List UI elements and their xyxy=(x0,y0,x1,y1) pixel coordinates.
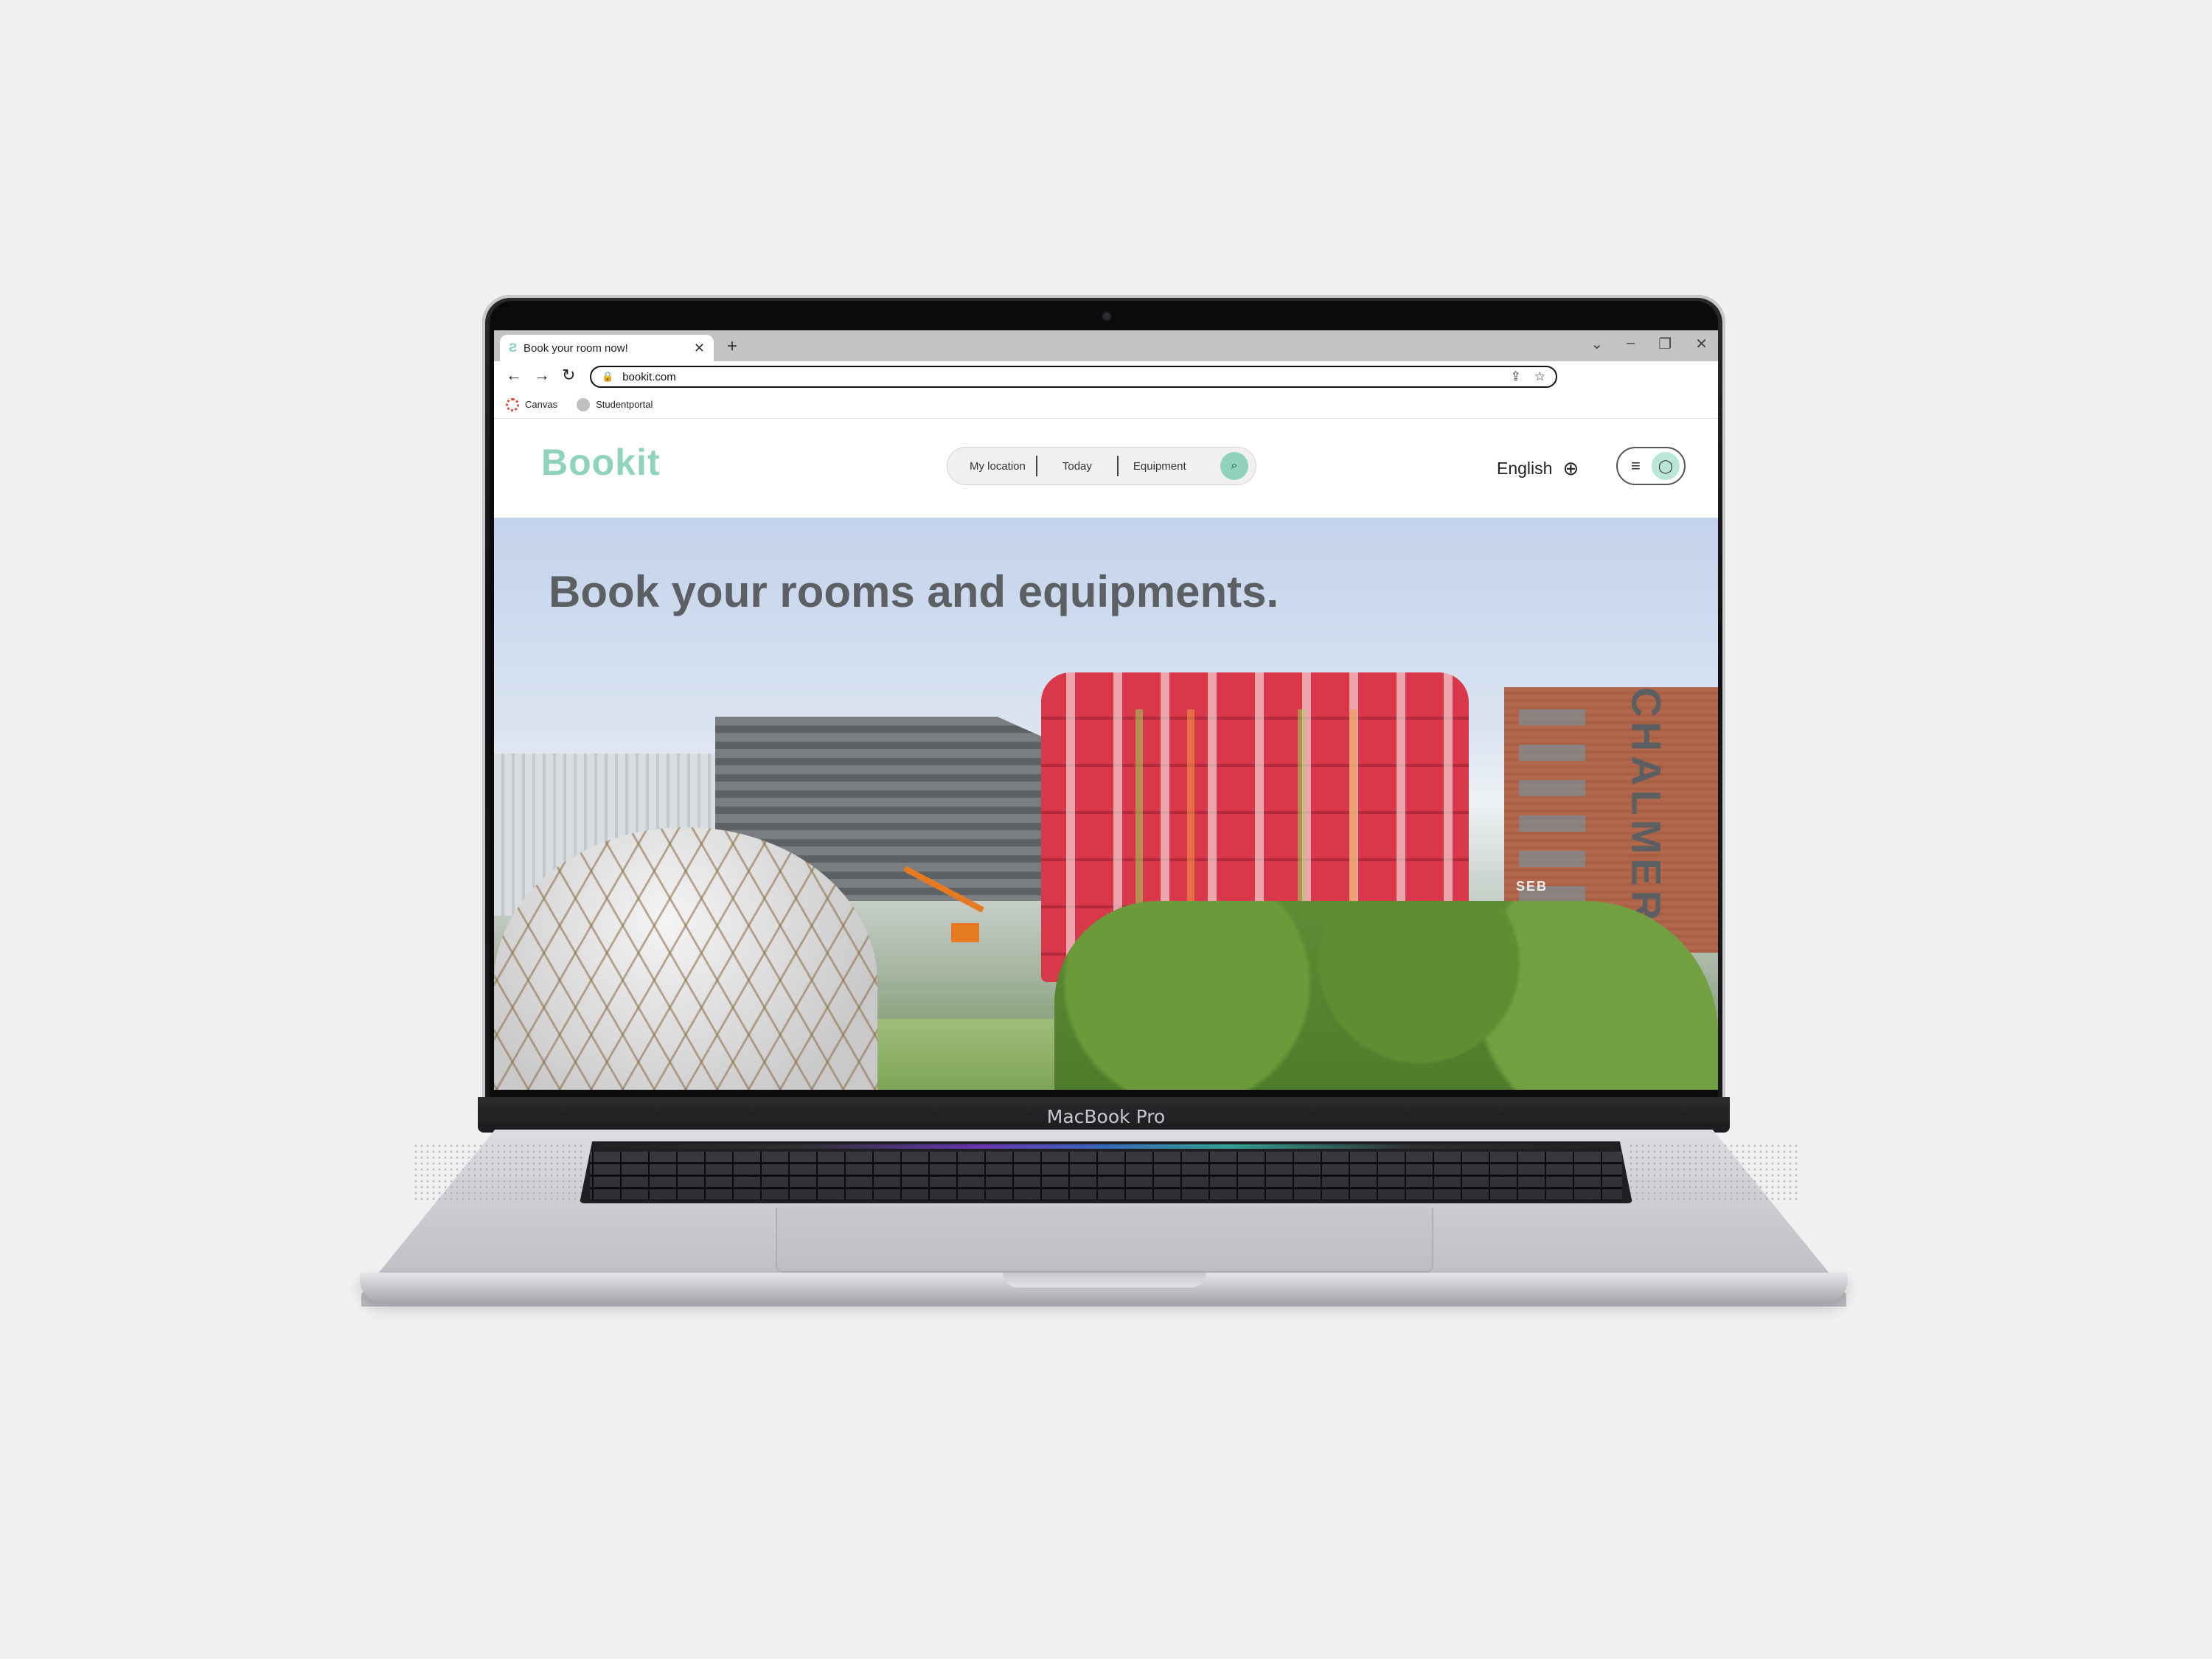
studentportal-icon xyxy=(577,397,591,411)
lid-notch xyxy=(1003,1273,1206,1287)
window-controls: ⌄ – ❐ ✕ xyxy=(1590,335,1708,353)
bookmark-canvas[interactable]: Canvas xyxy=(506,397,557,411)
share-icon[interactable]: ⇪ xyxy=(1511,369,1521,384)
browser-tab[interactable]: Ƨ Book your room now! ✕ xyxy=(500,335,714,361)
webcam xyxy=(1103,313,1110,320)
trees xyxy=(1054,901,1718,1090)
search-location[interactable]: My location xyxy=(970,460,1026,473)
browser-toolbar: ← → ↻ 🔒 bookit.com ⇪ ☆ xyxy=(494,361,1718,391)
close-icon[interactable]: ✕ xyxy=(1695,335,1708,353)
device-label: MacBook Pro xyxy=(1046,1106,1166,1127)
touch-bar xyxy=(597,1144,1615,1149)
user-icon: ◯ xyxy=(1652,452,1680,480)
trackpad xyxy=(776,1208,1433,1273)
star-icon[interactable]: ☆ xyxy=(1534,369,1545,384)
url-text: bookit.com xyxy=(622,370,676,383)
lock-icon: 🔒 xyxy=(602,371,614,382)
search-icon[interactable]: ⌕ xyxy=(1220,452,1248,480)
right-speaker xyxy=(1628,1143,1799,1202)
back-arrow-icon[interactable]: ← xyxy=(506,366,522,385)
search-equipment[interactable]: Equipment xyxy=(1133,460,1186,473)
language-selector[interactable]: English ⊕ xyxy=(1497,457,1579,480)
globe-icon: ⊕ xyxy=(1562,457,1579,479)
reload-icon[interactable]: ↻ xyxy=(562,366,575,385)
laptop-screen: Ƨ Book your room now! ✕ + ⌄ – ❐ ✕ ← → ↻ … xyxy=(494,330,1718,1090)
tab-title: Book your room now! xyxy=(524,341,628,355)
bookmark-studentportal[interactable]: Studentportal xyxy=(577,397,653,411)
restore-icon[interactable]: ❐ xyxy=(1658,335,1672,353)
bookmarks-bar: Canvas Studentportal xyxy=(494,391,1718,419)
booking-search-bar[interactable]: My location Today Equipment ⌕ xyxy=(947,447,1256,485)
site-header: Bookit My location Today Equipment ⌕ Eng… xyxy=(494,419,1718,518)
hero-banner: CHALMERS SEB Book your rooms and equipme… xyxy=(494,518,1718,1090)
hero-heading: Book your rooms and equipments. xyxy=(549,567,1279,616)
bookit-logo[interactable]: Bookit xyxy=(541,441,661,484)
seb-sign: SEB xyxy=(1516,879,1548,894)
address-bar[interactable]: 🔒 bookit.com ⇪ ☆ xyxy=(590,366,1557,388)
search-date[interactable]: Today xyxy=(1062,460,1092,473)
minimize-icon[interactable]: – xyxy=(1627,335,1635,353)
canvas-icon xyxy=(506,397,519,411)
left-speaker xyxy=(413,1143,584,1202)
browser-tabstrip: Ƨ Book your room now! ✕ + ⌄ – ❐ ✕ xyxy=(494,330,1718,361)
language-label: English xyxy=(1497,459,1553,478)
close-icon[interactable]: ✕ xyxy=(694,341,705,356)
bookit-favicon-icon: Ƨ xyxy=(509,341,518,355)
forward-arrow-icon[interactable]: → xyxy=(534,366,550,385)
user-menu-button[interactable]: ≡ ◯ xyxy=(1616,447,1686,485)
plus-icon[interactable]: + xyxy=(727,336,737,357)
chevron-down-icon[interactable]: ⌄ xyxy=(1590,335,1603,353)
hamburger-icon: ≡ xyxy=(1631,456,1641,475)
